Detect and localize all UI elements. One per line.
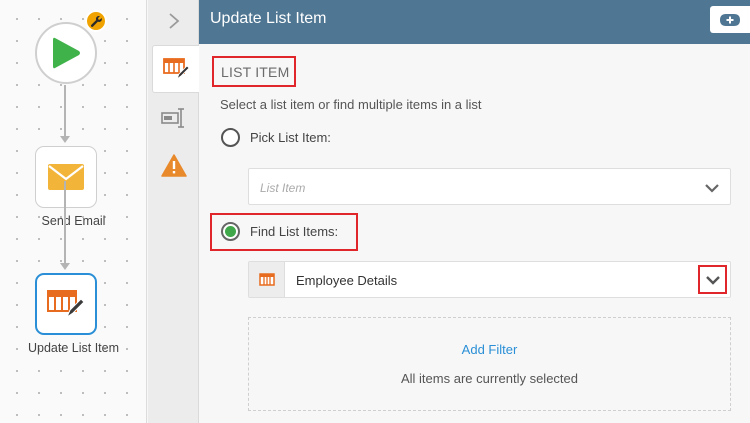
add-icon xyxy=(720,13,740,26)
update-list-item-node[interactable] xyxy=(35,273,97,335)
section-description: Select a list item or find multiple item… xyxy=(220,97,482,112)
pick-list-item-option[interactable]: Pick List Item: xyxy=(221,128,331,147)
list-icon xyxy=(249,262,285,297)
panel-header: Update List Item xyxy=(199,0,750,44)
play-icon xyxy=(53,37,80,69)
section-title: LIST ITEM xyxy=(212,56,297,87)
tab-list-item[interactable] xyxy=(152,45,199,93)
connector-line xyxy=(64,85,66,137)
list-dropdown[interactable]: Employee Details xyxy=(248,261,731,298)
workflow-canvas[interactable]: Send Email Update List Item xyxy=(0,0,147,423)
send-email-label: Send Email xyxy=(41,214,106,228)
chevron-down-icon[interactable] xyxy=(704,180,720,196)
panel-title: Update List Item xyxy=(210,10,327,27)
list-item-panel: LIST ITEM Select a list item or find mul… xyxy=(199,44,750,423)
list-item-dropdown[interactable]: List Item xyxy=(248,168,731,205)
config-tab-strip xyxy=(148,0,199,423)
pick-list-item-label: Pick List Item: xyxy=(250,130,331,145)
start-node[interactable] xyxy=(35,22,97,84)
tab-errors[interactable] xyxy=(148,141,199,189)
send-email-node[interactable] xyxy=(35,146,97,208)
connector-arrow xyxy=(60,263,70,270)
list-dropdown-value: Employee Details xyxy=(296,273,398,288)
email-icon xyxy=(48,164,84,190)
connector-arrow xyxy=(60,136,70,143)
text-field-icon xyxy=(160,108,184,128)
list-item-placeholder: List Item xyxy=(260,181,306,195)
update-list-icon xyxy=(47,290,85,319)
find-list-items-label: Find List Items: xyxy=(250,224,339,239)
chevron-right-icon xyxy=(168,13,179,29)
filter-area: Add Filter All items are currently selec… xyxy=(248,317,731,411)
find-list-items-radio[interactable] xyxy=(221,222,240,241)
list-edit-icon xyxy=(163,58,189,81)
warning-icon xyxy=(160,153,187,177)
connector-line xyxy=(64,181,66,263)
find-list-items-option[interactable]: Find List Items: xyxy=(221,222,338,241)
update-list-item-label: Update List Item xyxy=(27,341,119,355)
collapse-button[interactable] xyxy=(148,0,199,42)
header-add-button[interactable] xyxy=(710,6,750,33)
add-filter-link[interactable]: Add Filter xyxy=(249,342,730,357)
pick-list-item-radio[interactable] xyxy=(221,128,240,147)
filter-status-text: All items are currently selected xyxy=(400,371,578,386)
tab-output[interactable] xyxy=(148,94,199,142)
wrench-icon[interactable] xyxy=(85,10,107,32)
chevron-down-icon xyxy=(705,275,720,285)
list-dropdown-toggle[interactable] xyxy=(698,265,727,294)
radio-selected-dot xyxy=(225,226,236,237)
